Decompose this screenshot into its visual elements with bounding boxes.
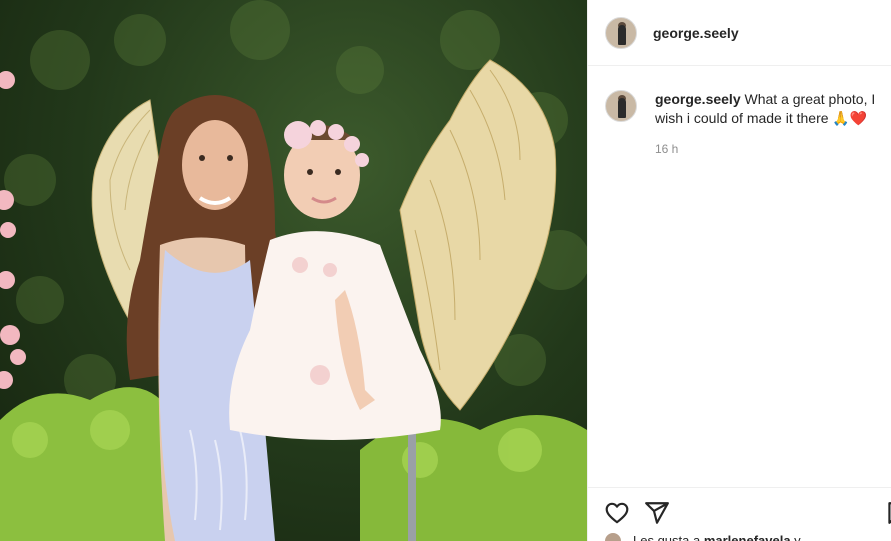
- likes-prefix: Les gusta a: [633, 533, 704, 541]
- photo-illustration: [0, 0, 587, 541]
- post-sidebar: george.seely george.seely What a great p…: [587, 0, 891, 541]
- commenter-avatar[interactable]: [605, 90, 637, 122]
- post-header: george.seely: [588, 0, 891, 66]
- comment-timestamp[interactable]: 16 h: [655, 140, 885, 159]
- author-avatar[interactable]: [605, 16, 637, 49]
- bookmark-icon[interactable]: [884, 500, 891, 526]
- author-username[interactable]: george.seely: [653, 25, 739, 41]
- comment-body: george.seely What a great photo, I wish …: [655, 90, 885, 159]
- comment-username[interactable]: george.seely: [655, 91, 741, 107]
- heart-icon[interactable]: [604, 500, 630, 526]
- post-photo[interactable]: [0, 0, 587, 541]
- comment-item: george.seely What a great photo, I wish …: [605, 90, 885, 159]
- likes-summary: Les gusta a marlenefavela y: [633, 533, 801, 541]
- paper-plane-icon[interactable]: [644, 500, 670, 526]
- likes-suffix: y: [790, 533, 801, 541]
- likes-user[interactable]: marlenefavela: [704, 533, 791, 541]
